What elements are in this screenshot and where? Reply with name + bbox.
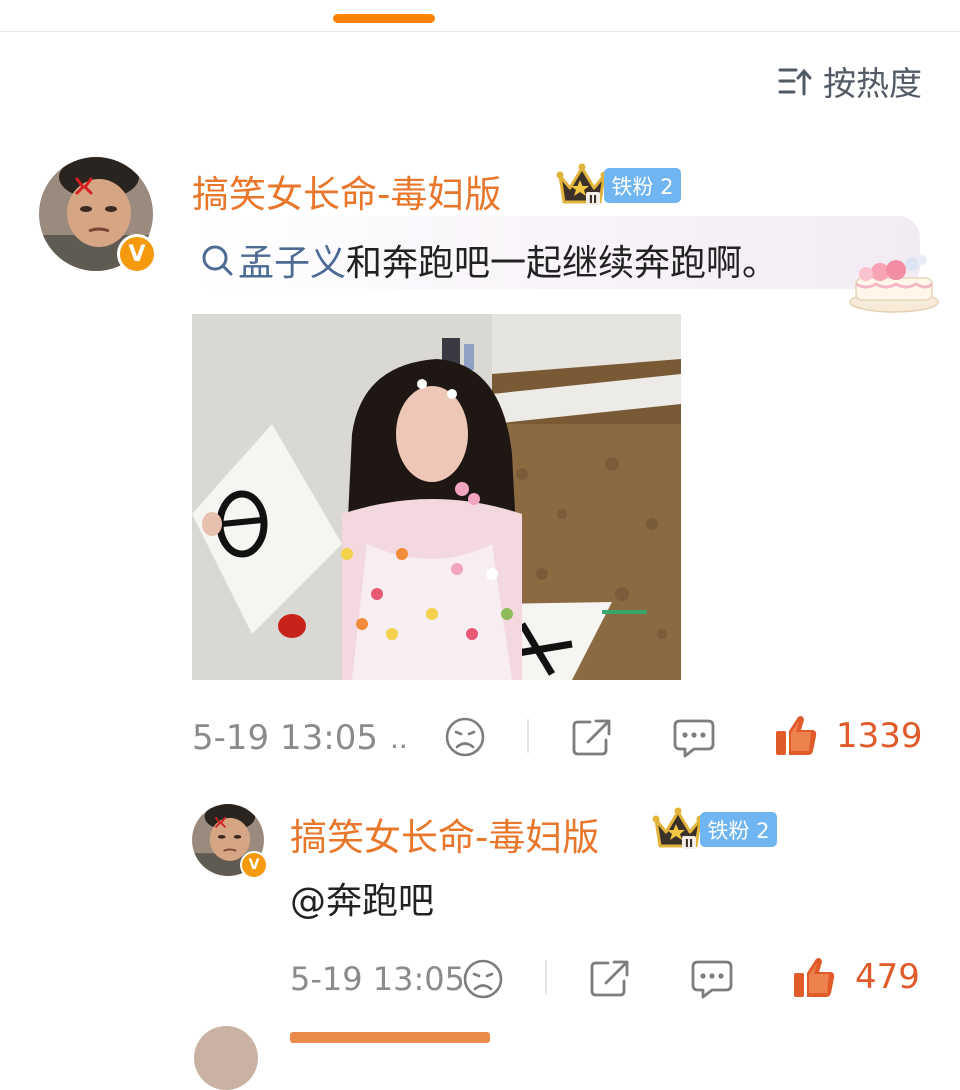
next-reply-avatar[interactable] [194, 1026, 258, 1090]
header-divider [0, 31, 960, 32]
reply-crown-level-icon: II [652, 807, 704, 850]
reply-timestamp: 5-19 13:05 [290, 960, 466, 998]
comment-timestamp: 5-19 13:05 [192, 718, 378, 758]
share-icon[interactable] [570, 716, 614, 758]
sort-by-hot-button[interactable]: 按热度 [777, 60, 922, 103]
fan-level-badge[interactable]: 铁粉 2 [604, 168, 681, 203]
verified-badge-icon: V [117, 234, 157, 274]
comment-photo[interactable] [192, 314, 681, 680]
like-count[interactable]: 1339 [836, 716, 923, 756]
reply-avatar[interactable]: V [192, 804, 268, 879]
svg-text:II: II [685, 837, 693, 850]
meta-separator [527, 719, 529, 753]
reply-sad-face-icon[interactable] [462, 958, 504, 1000]
next-reply-username-clipped [290, 1024, 490, 1043]
reply-username[interactable]: 搞笑女长命-毒妇版 [290, 807, 599, 861]
reply-thumbs-up-icon[interactable] [792, 955, 836, 999]
topic-link-text: 孟子义 [238, 243, 347, 284]
cake-decoration-icon [849, 255, 939, 313]
svg-text:II: II [589, 193, 597, 206]
sort-label: 按热度 [823, 64, 922, 103]
comment-icon[interactable] [672, 717, 716, 759]
comment-meta: 5-19 13:05 .. [192, 713, 408, 763]
comment-body: 孟子义 和奔跑吧一起继续奔跑啊。 [200, 234, 778, 286]
comment-text: 和奔跑吧一起继续奔跑啊。 [346, 243, 779, 284]
commenter-username[interactable]: 搞笑女长命-毒妇版 [192, 164, 501, 218]
reply-comment-icon[interactable] [690, 958, 734, 1000]
thumbs-up-icon[interactable] [774, 713, 818, 757]
reply-body: @奔跑吧 [290, 881, 435, 922]
reply-verified-badge-icon: V [240, 851, 268, 879]
reply-share-icon[interactable] [588, 957, 632, 999]
reply-fan-level-badge[interactable]: 铁粉 2 [700, 812, 777, 847]
active-tab-indicator [333, 14, 435, 23]
crown-level-icon: II [556, 163, 608, 206]
sort-icon [777, 65, 813, 97]
reply-like-count[interactable]: 479 [855, 957, 920, 997]
topic-link[interactable]: 孟子义 [200, 234, 346, 286]
search-icon [202, 245, 233, 276]
commenter-avatar[interactable]: V [39, 157, 157, 274]
timestamp-ellipsis: .. [389, 721, 408, 755]
reply-meta-separator [545, 960, 547, 994]
reply-meta: 5-19 13:05 [290, 954, 465, 1004]
sad-face-icon[interactable] [444, 716, 486, 758]
